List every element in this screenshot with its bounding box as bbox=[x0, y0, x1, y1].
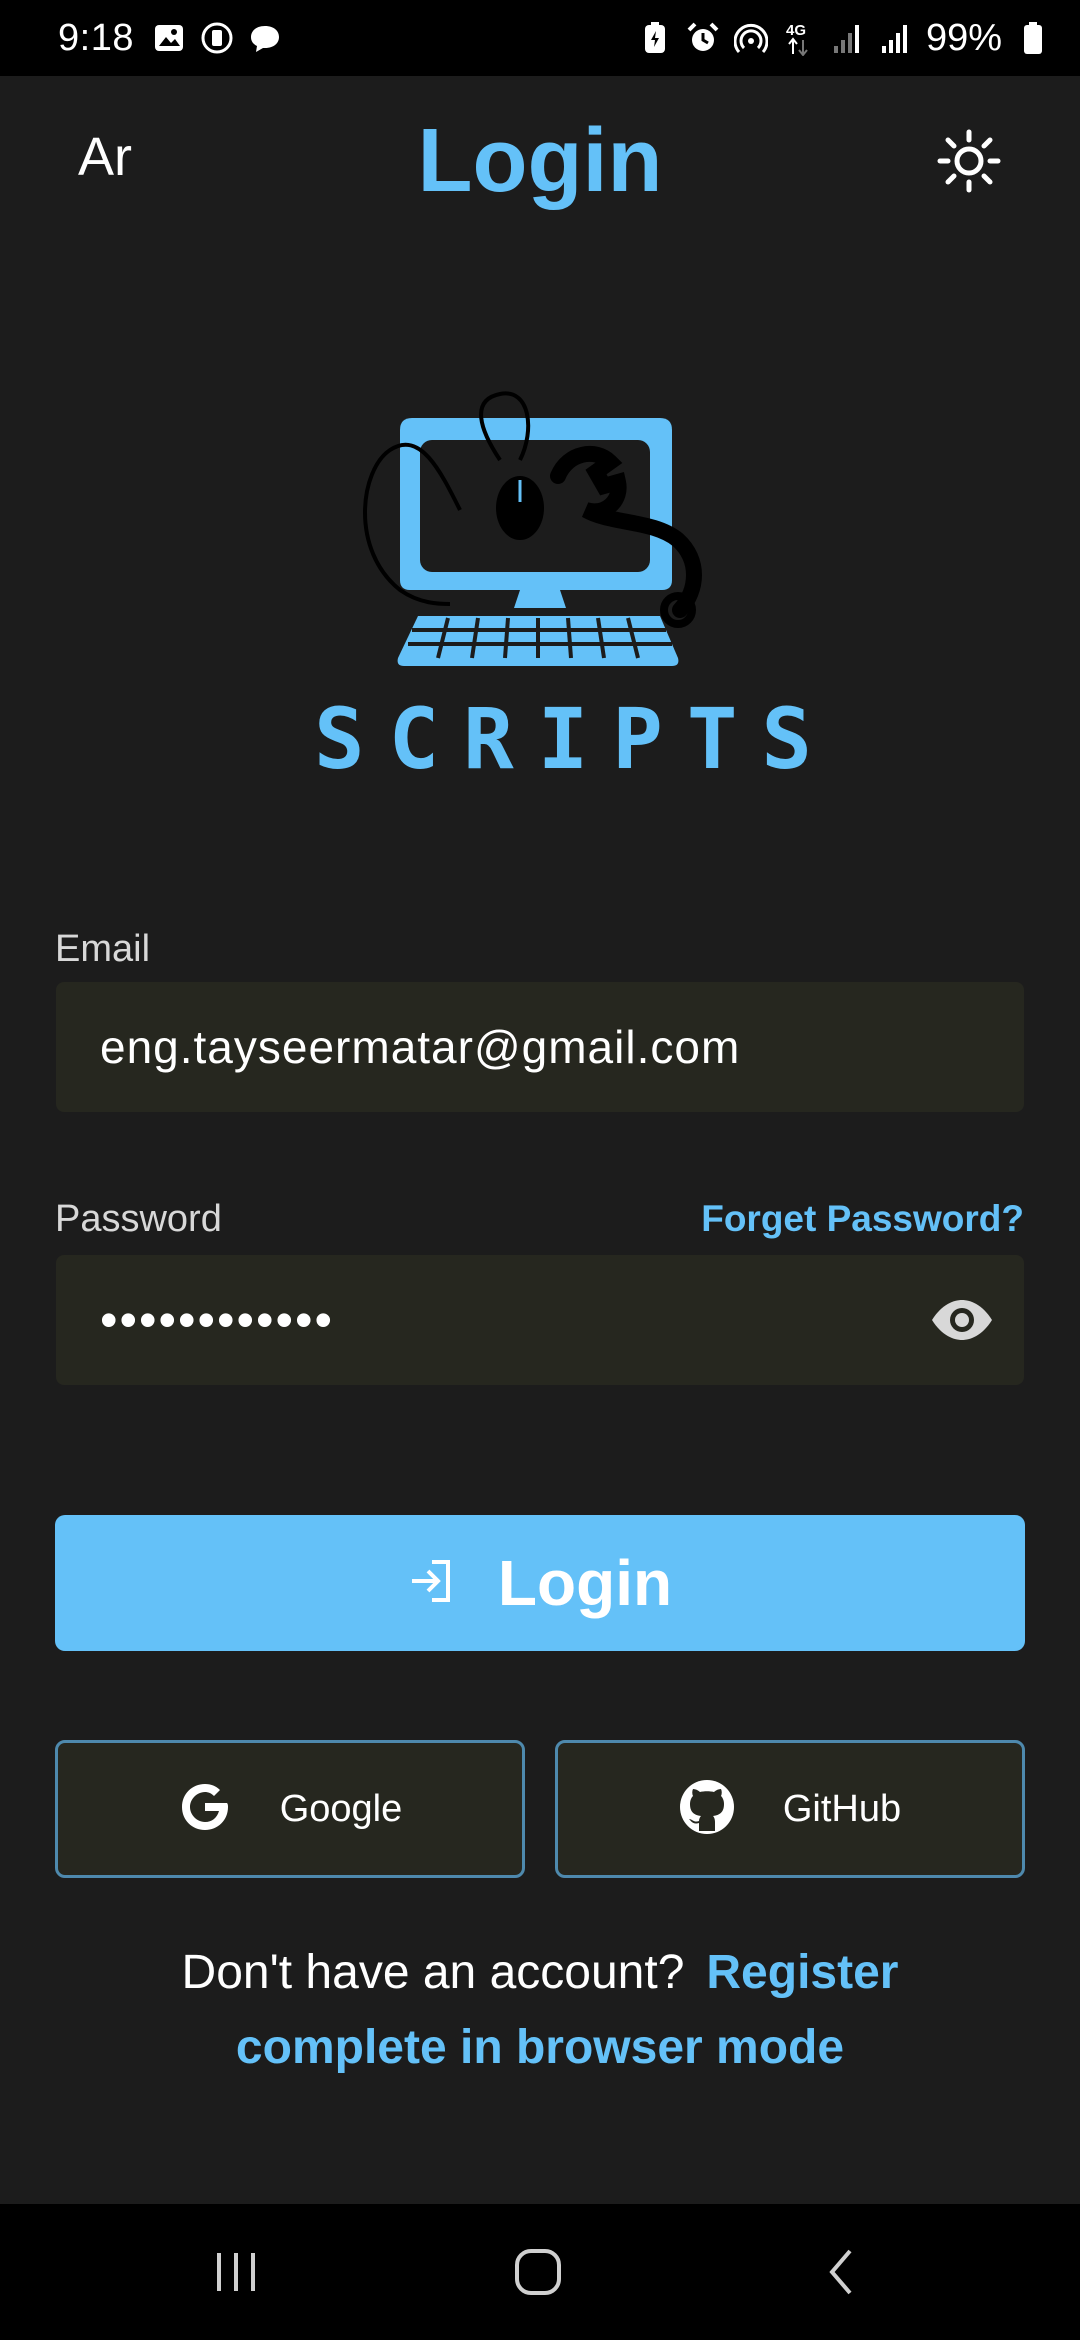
email-value[interactable]: eng.tayseermatar@gmail.com bbox=[100, 982, 740, 1112]
status-right-icons: 4G 99% bbox=[638, 17, 1050, 60]
register-prompt-line: Don't have an account? Register bbox=[0, 1945, 1080, 2000]
network-4g-icon: 4G bbox=[782, 21, 816, 56]
login-button-label: Login bbox=[497, 1547, 673, 1619]
hotspot-icon bbox=[733, 21, 768, 55]
battery-icon bbox=[1016, 21, 1050, 55]
svg-text:4G: 4G bbox=[786, 22, 806, 39]
gallery-icon bbox=[152, 21, 186, 55]
browser-mode-note[interactable]: complete in browser mode bbox=[0, 2020, 1080, 2075]
recents-icon[interactable] bbox=[196, 2242, 276, 2302]
password-field[interactable]: •••••••••••• bbox=[56, 1255, 1024, 1385]
battery-percent: 99% bbox=[925, 16, 1002, 59]
password-label: Password bbox=[55, 1198, 222, 1240]
login-arrow-icon bbox=[408, 1558, 454, 1609]
google-label: Google bbox=[279, 1787, 403, 1830]
logo-text: SCRIPTS bbox=[314, 690, 837, 788]
battery-saver-icon bbox=[638, 21, 672, 55]
page-title: Login bbox=[417, 111, 663, 211]
sun-icon[interactable] bbox=[936, 128, 1002, 194]
password-value[interactable]: •••••••••••• bbox=[100, 1255, 334, 1385]
status-bar: 9:18 4G 99% bbox=[0, 0, 1080, 76]
system-nav-bar bbox=[0, 2204, 1080, 2340]
app-bar: Ar Login bbox=[0, 76, 1080, 246]
computer-mouse-wrench-logo bbox=[363, 391, 702, 666]
home-icon[interactable] bbox=[498, 2242, 578, 2302]
login-button[interactable]: Login bbox=[55, 1515, 1025, 1651]
eye-icon[interactable] bbox=[930, 1288, 994, 1352]
google-icon bbox=[178, 1780, 232, 1839]
chat-bubble-icon bbox=[248, 21, 282, 55]
github-label: GitHub bbox=[782, 1787, 902, 1830]
register-prompt: Don't have an account? bbox=[181, 1946, 685, 1999]
screenshot-icon bbox=[200, 21, 234, 55]
signal-icon bbox=[830, 21, 864, 55]
status-left-icons bbox=[152, 21, 282, 55]
email-field[interactable]: eng.tayseermatar@gmail.com bbox=[56, 982, 1024, 1112]
status-time: 9:18 bbox=[58, 16, 134, 59]
google-login-button[interactable]: Google bbox=[55, 1740, 525, 1878]
app-logo: SCRIPTS bbox=[290, 390, 837, 810]
alarm-icon bbox=[686, 21, 720, 55]
back-icon[interactable] bbox=[802, 2242, 882, 2302]
github-login-button[interactable]: GitHub bbox=[555, 1740, 1025, 1878]
forgot-password-link[interactable]: Forget Password? bbox=[701, 1198, 1024, 1240]
register-link[interactable]: Register bbox=[706, 1946, 898, 1999]
github-icon bbox=[679, 1779, 735, 1840]
signal-icon bbox=[878, 21, 912, 55]
email-label: Email bbox=[55, 928, 151, 970]
